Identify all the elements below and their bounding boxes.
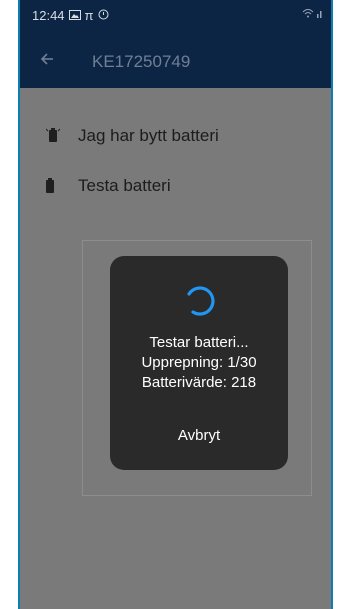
battery-icon [46,178,56,194]
dialog-repetition-text: Upprepning: 1/30 [141,354,257,371]
status-bar: 12:44 π [20,0,331,32]
menu-item-label: Testa batteri [78,176,171,195]
battery-changed-icon [45,127,61,142]
phone-screen: 12:44 π KE17250749 Jag har bytt batteri … [20,0,331,609]
loading-spinner-icon [181,282,217,318]
image-icon [68,8,81,23]
wifi-icon [302,9,317,21]
dialog-status-text: Testar batteri... [149,334,249,351]
content-area: Jag har bytt batteri Testa batteri Testa… [20,88,331,609]
menu-item-label: Jag har bytt batteri [78,126,219,145]
clock-icon [98,8,109,23]
menu-list: Jag har bytt batteri Testa batteri [20,112,331,232]
progress-dialog: Testar batteri... Upprepning: 1/30 Batte… [110,256,288,470]
status-right [302,8,323,21]
status-time: 12:44 [32,8,65,23]
menu-item-battery-changed[interactable]: Jag har bytt batteri [20,112,331,160]
menu-item-test-battery[interactable]: Testa batteri [20,162,331,210]
dialog-battery-value-text: Batterivärde: 218 [141,374,257,391]
app-bar: KE17250749 [20,32,331,88]
page-title: KE17250749 [92,52,191,71]
screenshot-frame: 12:44 π KE17250749 Jag har bytt batteri … [0,0,349,609]
pi-icon: π [84,8,94,23]
arrow-left-icon[interactable] [40,50,54,71]
status-left: 12:44 π [32,8,109,23]
signal-icon [317,9,323,21]
cancel-button[interactable]: Avbryt [164,424,234,448]
